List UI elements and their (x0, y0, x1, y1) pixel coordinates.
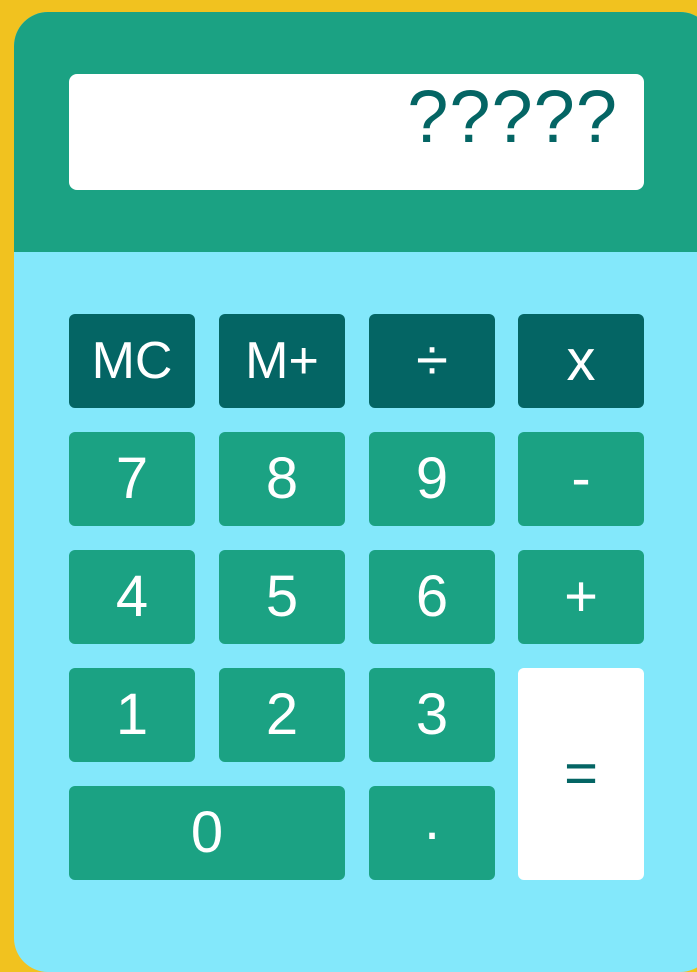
eight-button[interactable]: 8 (219, 432, 345, 526)
m-plus-button[interactable]: M+ (219, 314, 345, 408)
multiply-button[interactable]: x (518, 314, 644, 408)
display-screen: ????? (69, 74, 644, 190)
calculator: ????? MC M+ ÷ x 7 8 9 - 4 5 6 + 1 2 3 = … (14, 12, 697, 972)
seven-button[interactable]: 7 (69, 432, 195, 526)
three-button[interactable]: 3 (369, 668, 495, 762)
minus-button[interactable]: - (518, 432, 644, 526)
nine-button[interactable]: 9 (369, 432, 495, 526)
one-button[interactable]: 1 (69, 668, 195, 762)
five-button[interactable]: 5 (219, 550, 345, 644)
display-panel: ????? (14, 12, 697, 252)
two-button[interactable]: 2 (219, 668, 345, 762)
six-button[interactable]: 6 (369, 550, 495, 644)
equals-button[interactable]: = (518, 668, 644, 880)
decimal-button[interactable]: · (369, 786, 495, 880)
plus-button[interactable]: + (518, 550, 644, 644)
divide-button[interactable]: ÷ (369, 314, 495, 408)
four-button[interactable]: 4 (69, 550, 195, 644)
zero-button[interactable]: 0 (69, 786, 345, 880)
display-value: ????? (407, 75, 618, 158)
mc-button[interactable]: MC (69, 314, 195, 408)
